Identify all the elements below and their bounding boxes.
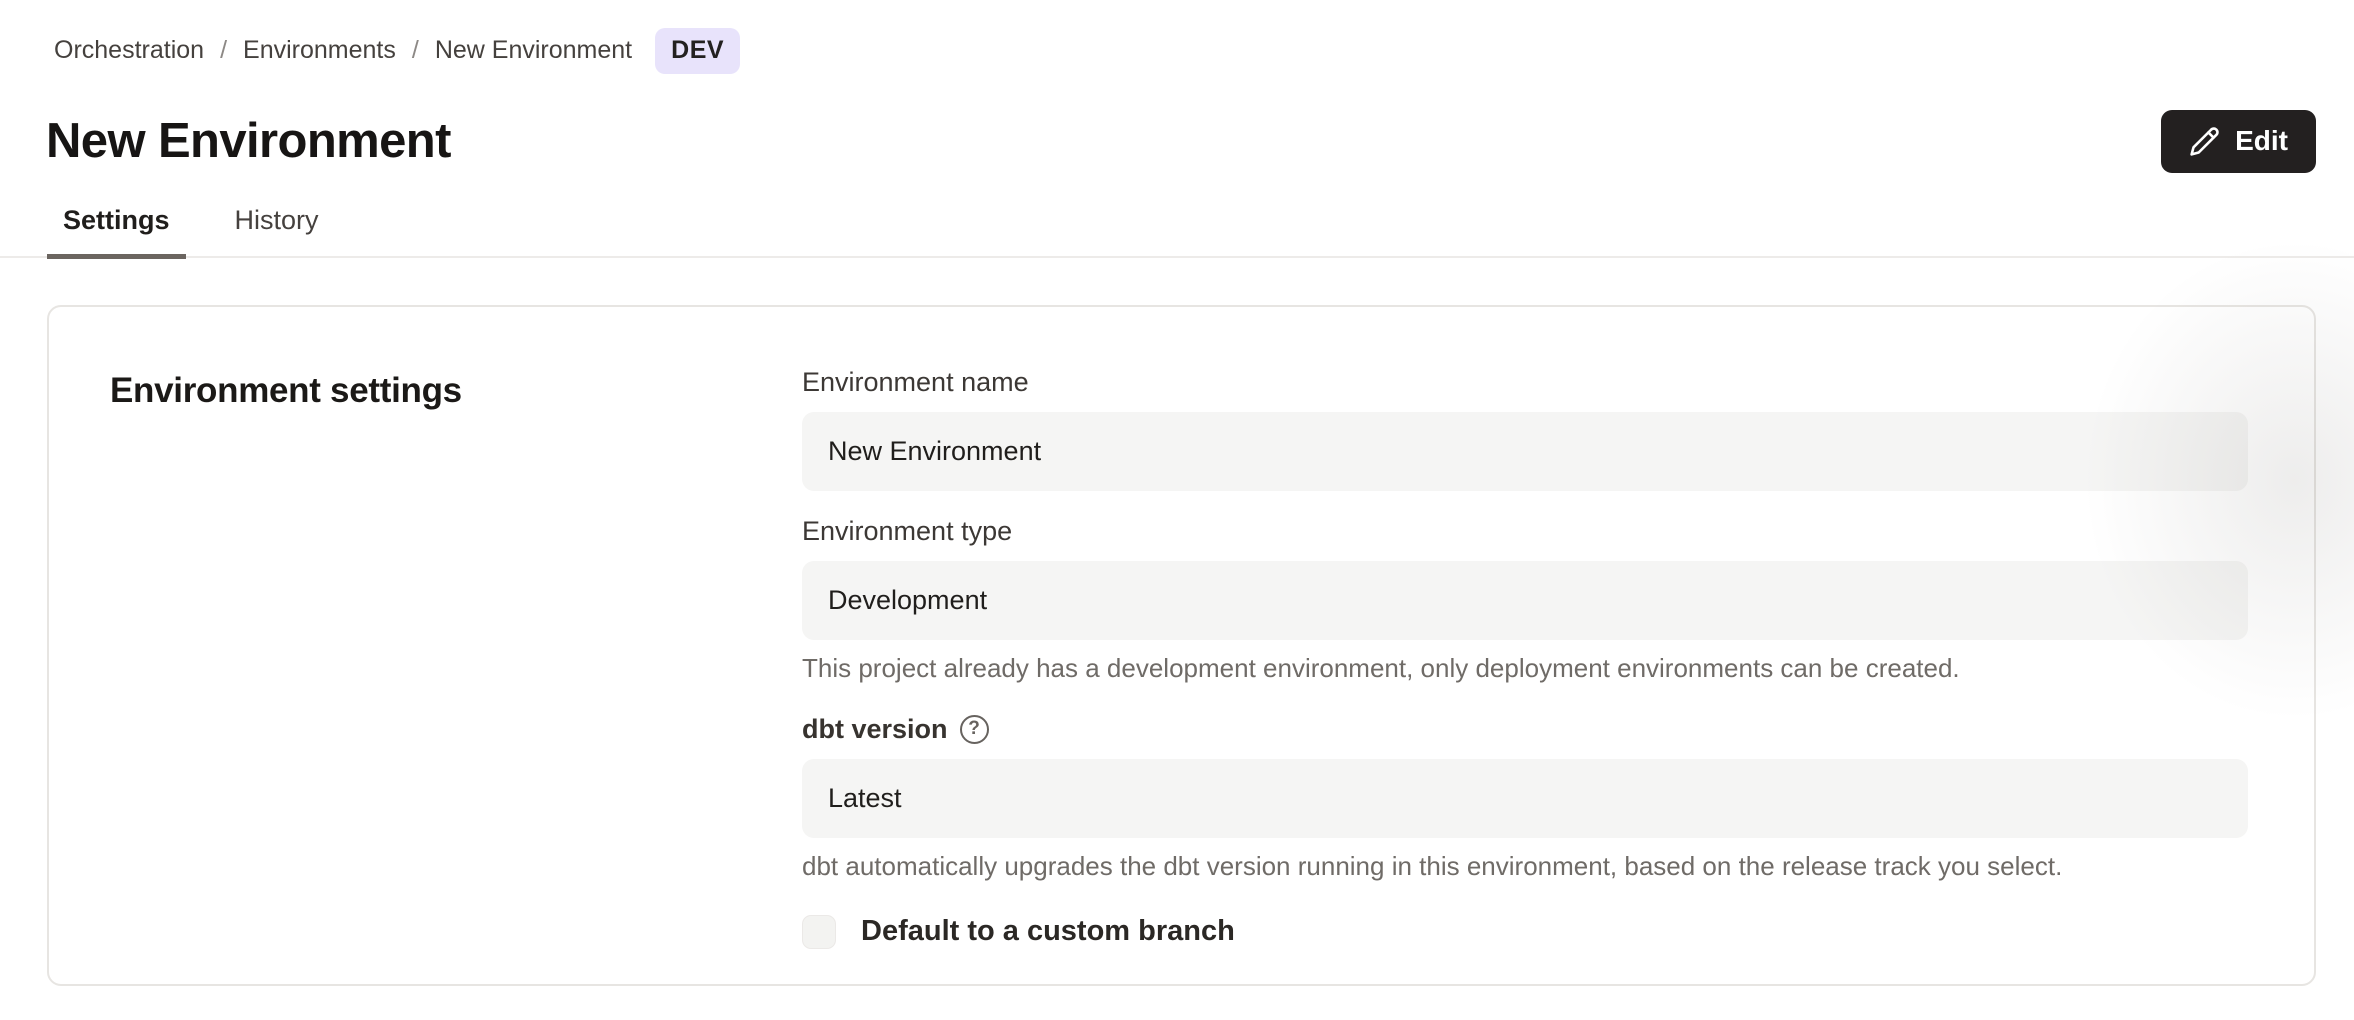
environment-type-helper-text: This project already has a development e…	[802, 653, 2248, 684]
tab-history[interactable]: History	[219, 205, 335, 256]
breadcrumb-item-new-environment[interactable]: New Environment	[435, 36, 632, 65]
edit-button-label: Edit	[2235, 125, 2288, 157]
breadcrumb-item-orchestration[interactable]: Orchestration	[54, 36, 204, 65]
breadcrumb-item-environments[interactable]: Environments	[243, 36, 396, 65]
tab-settings[interactable]: Settings	[47, 205, 186, 256]
dbt-version-label: dbt version ?	[802, 714, 2248, 745]
default-custom-branch-label: Default to a custom branch	[861, 915, 1235, 948]
environment-settings-form: Environment name Environment type This p…	[802, 367, 2248, 984]
card-heading: Environment settings	[110, 367, 802, 984]
field-environment-name: Environment name	[802, 367, 2248, 491]
breadcrumb: Orchestration / Environments / New Envir…	[0, 0, 2354, 74]
pencil-icon	[2189, 126, 2220, 157]
tabs: Settings History	[0, 205, 2354, 258]
environment-name-label: Environment name	[802, 367, 2248, 398]
breadcrumb-separator: /	[412, 36, 419, 65]
field-environment-type: Environment type This project already ha…	[802, 516, 2248, 684]
breadcrumb-separator: /	[220, 36, 227, 65]
help-icon[interactable]: ?	[960, 715, 989, 744]
environment-type-input[interactable]	[802, 561, 2248, 640]
dbt-version-label-text: dbt version	[802, 714, 948, 745]
default-custom-branch-checkbox[interactable]	[802, 915, 836, 949]
edit-button[interactable]: Edit	[2161, 110, 2316, 173]
environment-dev-badge: DEV	[655, 28, 740, 74]
dbt-version-input[interactable]	[802, 759, 2248, 838]
environment-settings-card: Environment settings Environment name En…	[47, 305, 2316, 986]
page-title: New Environment	[46, 113, 451, 169]
dbt-version-helper-text: dbt automatically upgrades the dbt versi…	[802, 851, 2248, 882]
page: Orchestration / Environments / New Envir…	[0, 0, 2354, 1020]
environment-name-input[interactable]	[802, 412, 2248, 491]
environment-type-label: Environment type	[802, 516, 2248, 547]
field-dbt-version: dbt version ? dbt automatically upgrades…	[802, 714, 2248, 882]
default-custom-branch-row[interactable]: Default to a custom branch	[802, 915, 2248, 949]
page-header: New Environment Edit	[46, 110, 2316, 173]
